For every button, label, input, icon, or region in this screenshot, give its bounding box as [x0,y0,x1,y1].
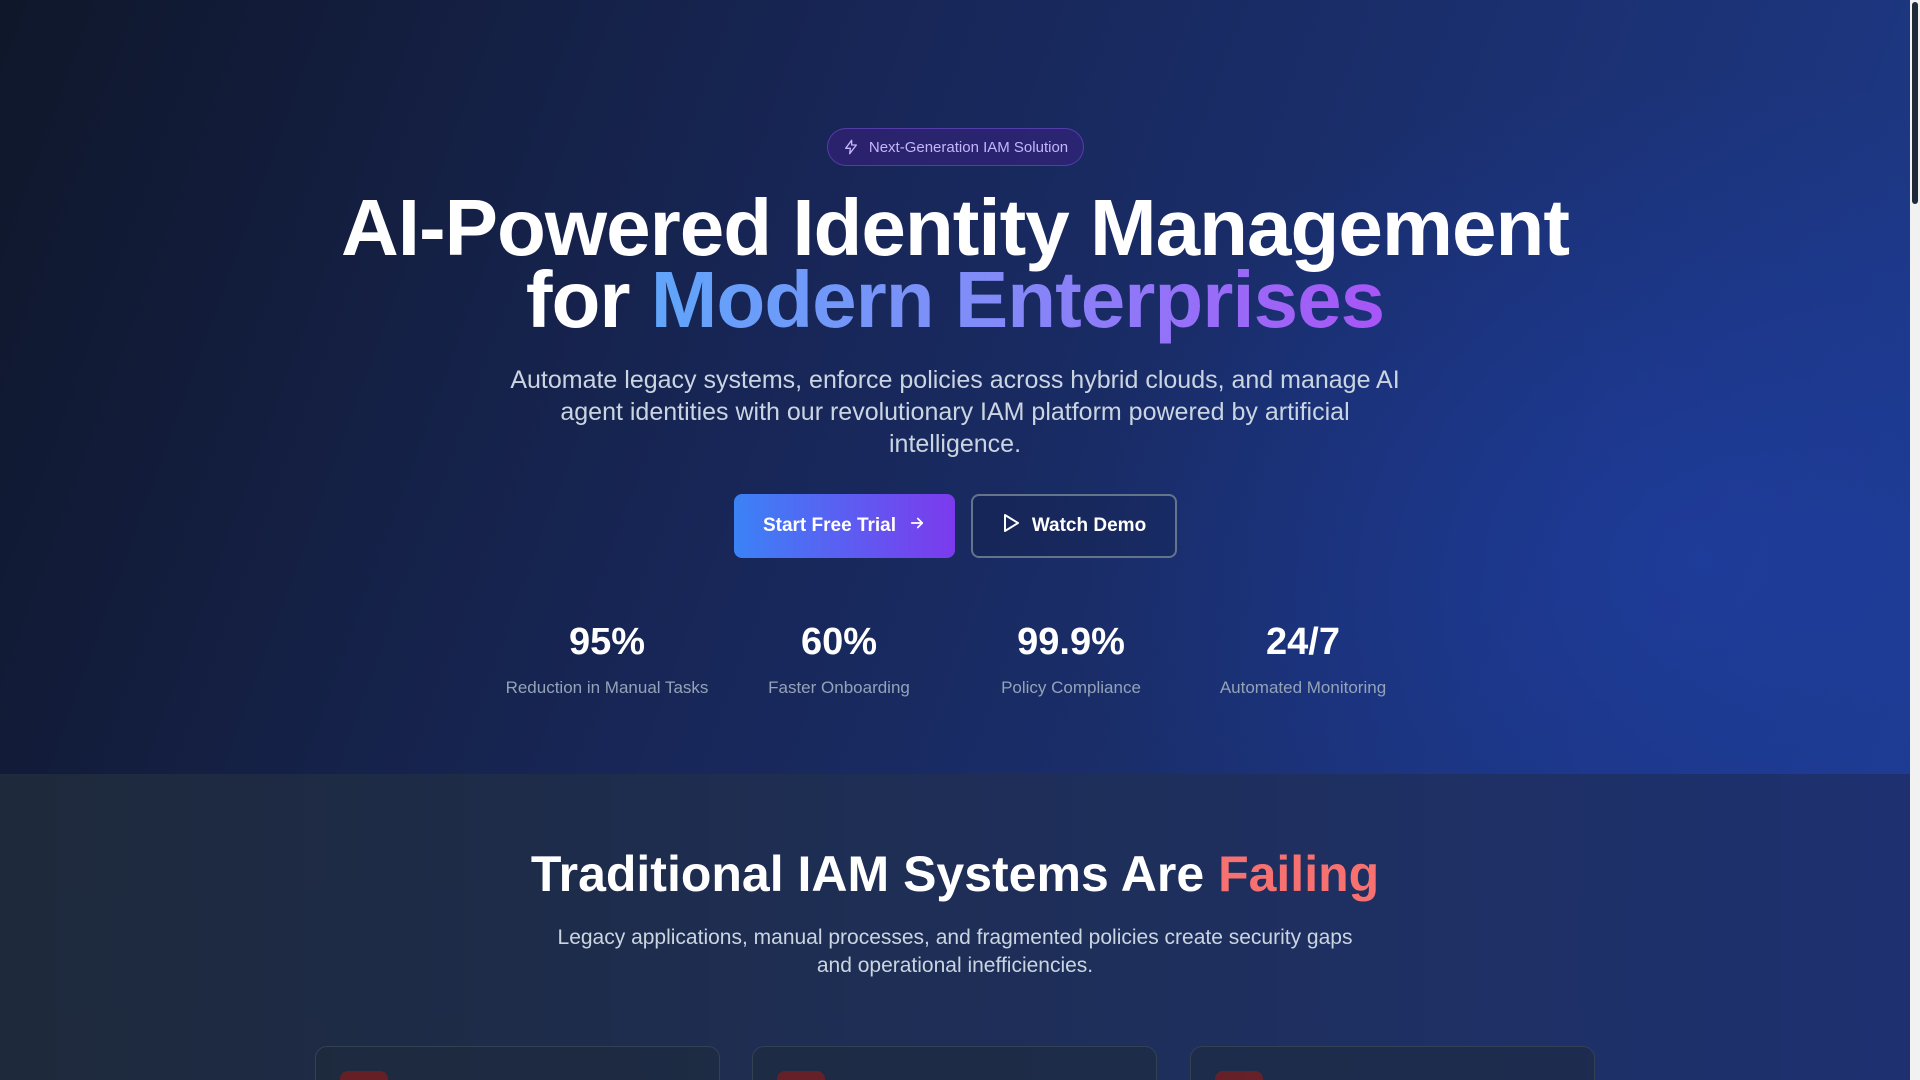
stat-value: 60% [800,621,878,663]
hero-subtitle: Automate legacy systems, enforce policie… [510,366,1400,458]
stat-compliance: 99.9% Policy Compliance [955,618,1187,700]
page-scrollbar[interactable] [1910,0,1920,1080]
start-free-trial-button[interactable]: Start Free Trial [734,494,955,558]
hero-title: AI-Powered Identity Management for Moder… [0,183,1910,340]
problem-section: Traditional IAM Systems Are Failing Lega… [0,774,1910,1080]
stat-value: 99.9% [1017,621,1125,663]
stat-label: Policy Compliance [1001,678,1141,697]
lightning-icon [843,139,859,155]
problem-subtitle: Legacy applications, manual processes, a… [557,926,1353,977]
stat-label: Reduction in Manual Tasks [505,678,709,697]
stat-value: 95% [568,621,646,663]
play-icon [1002,513,1020,539]
problem-card [752,1046,1157,1080]
stat-manual-tasks: 95% Reduction in Manual Tasks [491,618,723,700]
stat-value: 24/7 [1266,621,1340,663]
hero-badge-label: Next-Generation IAM Solution [868,138,1069,156]
arrow-right-icon [908,514,926,538]
problem-card [1190,1046,1595,1080]
problem-title-prefix: Traditional IAM Systems Are [530,846,1219,902]
hero-title-line2: for Modern Enterprises [0,260,1910,340]
problem-title: Traditional IAM Systems Are Failing [0,844,1910,904]
stat-monitoring: 24/7 Automated Monitoring [1187,618,1419,700]
problem-title-accent: Failing [1218,846,1380,902]
hero-title-prefix: for [525,255,651,344]
hero-section: Next-Generation IAM Solution AI-Powered … [0,0,1910,774]
problem-card-icon [340,1071,388,1080]
problem-card [315,1046,720,1080]
hero-title-line1: AI-Powered Identity Management [341,183,1570,272]
hero-badge: Next-Generation IAM Solution [827,128,1084,166]
stats-row: 95% Reduction in Manual Tasks 60% Faster… [0,618,1910,698]
hero-title-highlight: Modern Enterprises [650,255,1385,344]
stat-onboarding: 60% Faster Onboarding [723,618,955,700]
landing-page: Next-Generation IAM Solution AI-Powered … [0,0,1920,1080]
watch-demo-label: Watch Demo [1031,515,1147,536]
stat-label: Automated Monitoring [1219,678,1387,697]
stat-label: Faster Onboarding [768,678,910,697]
problem-card-icon [777,1071,825,1080]
watch-demo-button[interactable]: Watch Demo [971,494,1177,558]
scrollbar-thumb[interactable] [1912,2,1918,204]
start-free-trial-label: Start Free Trial [762,515,897,536]
problem-card-icon [1215,1071,1263,1080]
